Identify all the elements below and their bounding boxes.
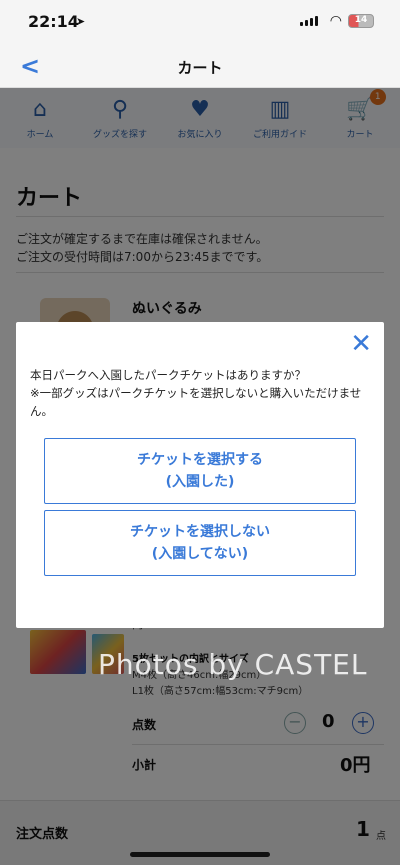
status-time: 22:14 (28, 12, 79, 31)
dialog-question-line-1: 本日パークへ入園したパークチケットはありますか？ (30, 368, 306, 382)
header-title: カート (177, 59, 223, 77)
location-arrow-icon: ➤ (76, 15, 86, 28)
wifi-icon: ◠ (329, 13, 342, 29)
ticket-dialog: ✕ 本日パークへ入園したパークチケットはありますか？ ※一部グッズはパークチケッ… (16, 322, 384, 628)
home-indicator (130, 852, 270, 857)
no-ticket-line-2: (入園してない) (151, 546, 249, 562)
dialog-question: 本日パークへ入園したパークチケットはありますか？ ※一部グッズはパークチケットを… (30, 366, 372, 420)
dialog-question-line-2: ※一部グッズはパークチケットを選択しないと購入いただけません。 (30, 386, 362, 418)
watermark: Photos by CASTEL (98, 648, 368, 681)
select-ticket-button[interactable]: チケットを選択する (入園した) (44, 438, 356, 504)
no-ticket-button[interactable]: チケットを選択しない (入園してない) (44, 510, 356, 576)
battery-icon: 14 (348, 14, 374, 28)
status-bar: 22:14 ➤ ◠ 14 (0, 0, 400, 44)
no-ticket-line-1: チケットを選択しない (130, 524, 270, 540)
select-ticket-line-2: (入園した) (165, 474, 235, 490)
close-icon[interactable]: ✕ (350, 330, 372, 358)
select-ticket-line-1: チケットを選択する (137, 452, 263, 468)
app-header: < カート (0, 44, 400, 88)
cellular-signal-icon (300, 16, 318, 26)
